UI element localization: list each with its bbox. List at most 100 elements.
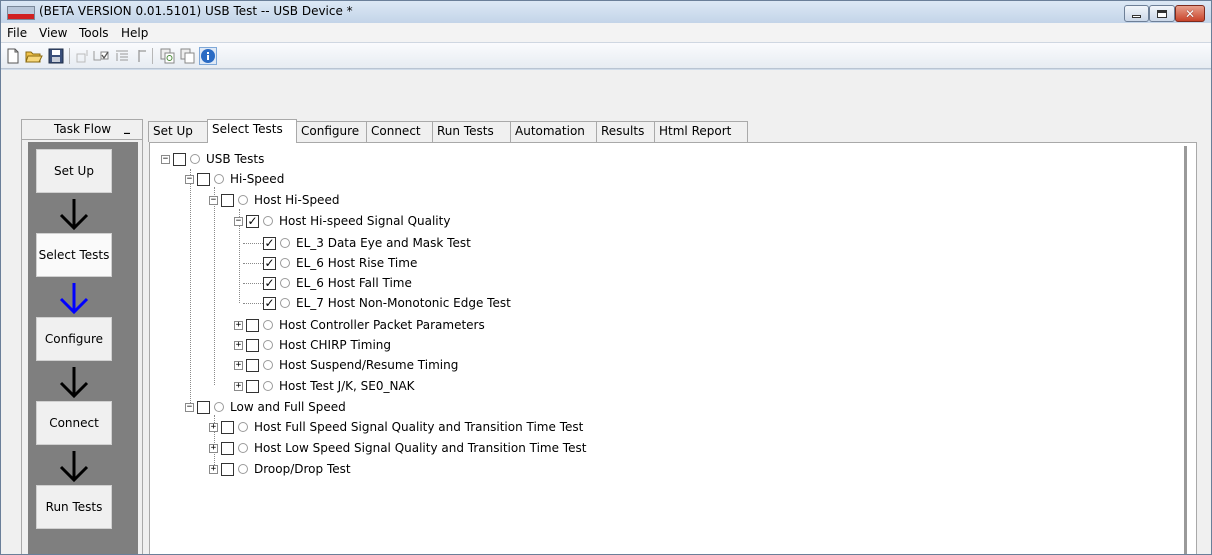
title-bar[interactable]: (BETA VERSION 0.01.5101) USB Test -- USB… xyxy=(1,1,1211,23)
tree-node-label: EL_6 Host Fall Time xyxy=(296,276,412,290)
application-window: (BETA VERSION 0.01.5101) USB Test -- USB… xyxy=(0,0,1212,555)
tree-node[interactable]: ✓ EL_3 Data Eye and Mask Test xyxy=(263,233,471,253)
tree-node[interactable]: ✓ EL_7 Host Non-Monotonic Edge Test xyxy=(263,293,511,313)
tree-node[interactable]: + Droop/Drop Test xyxy=(209,459,351,479)
collapse-icon[interactable]: − xyxy=(234,216,243,226)
tree-node[interactable]: + Host Test J/K, SE0_NAK xyxy=(234,376,415,396)
status-circle-icon xyxy=(238,422,248,432)
copy-icon[interactable] xyxy=(159,47,177,65)
status-circle-icon xyxy=(280,238,290,248)
collapse-button[interactable]: _ xyxy=(118,121,136,137)
window-title: (BETA VERSION 0.01.5101) USB Test -- USB… xyxy=(39,4,353,18)
expand-icon[interactable]: + xyxy=(209,464,218,474)
check-step-icon[interactable] xyxy=(92,47,110,65)
checkbox[interactable] xyxy=(173,152,186,166)
tree-node[interactable]: − Low and Full Speed xyxy=(185,397,346,417)
expand-icon[interactable]: + xyxy=(234,320,243,330)
menu-bar: File View Tools Help xyxy=(1,23,1211,43)
step-run-tests[interactable]: Run Tests xyxy=(36,485,112,529)
close-icon: ✕ xyxy=(1184,6,1196,21)
step-connect[interactable]: Connect xyxy=(36,401,112,445)
tab-automation[interactable]: Automation xyxy=(510,121,597,142)
collapse-icon[interactable]: − xyxy=(161,154,170,164)
expand-icon[interactable]: + xyxy=(234,340,243,350)
step-configure[interactable]: Configure xyxy=(36,317,112,361)
tab-results[interactable]: Results xyxy=(596,121,655,142)
menu-help[interactable]: Help xyxy=(121,26,148,40)
tree-node-label: Host Low Speed Signal Quality and Transi… xyxy=(254,441,587,455)
checkbox[interactable] xyxy=(246,318,259,332)
status-circle-icon xyxy=(190,154,200,164)
collapse-icon[interactable]: − xyxy=(185,174,194,184)
checkbox[interactable] xyxy=(221,441,234,455)
close-button[interactable]: ✕ xyxy=(1175,5,1205,22)
open-folder-icon[interactable] xyxy=(25,47,43,65)
tab-run-tests[interactable]: Run Tests xyxy=(432,121,511,142)
step-icon[interactable] xyxy=(74,47,92,65)
status-circle-icon xyxy=(238,464,248,474)
bracket-icon[interactable] xyxy=(133,47,151,65)
collapse-icon[interactable]: − xyxy=(209,195,218,205)
info-icon[interactable] xyxy=(199,47,217,65)
tab-html-report[interactable]: Html Report xyxy=(654,121,748,142)
tree-node-label: EL_7 Host Non-Monotonic Edge Test xyxy=(296,296,511,310)
step-select-tests[interactable]: Select Tests xyxy=(36,233,112,277)
checkbox[interactable] xyxy=(221,462,234,476)
tree-node-label: Host Hi-Speed xyxy=(254,193,340,207)
status-circle-icon xyxy=(280,258,290,268)
tree-node[interactable]: − Host Hi-Speed xyxy=(209,190,339,210)
status-circle-icon xyxy=(263,360,273,370)
tree-node[interactable]: − Hi-Speed xyxy=(185,169,284,189)
tree-node-label: Host Test J/K, SE0_NAK xyxy=(279,379,415,393)
checkbox[interactable] xyxy=(197,172,210,186)
status-circle-icon xyxy=(238,195,248,205)
new-file-icon[interactable] xyxy=(4,47,22,65)
arrow-down-icon xyxy=(59,283,89,315)
maximize-button[interactable] xyxy=(1149,5,1175,22)
expand-icon[interactable]: + xyxy=(234,381,243,391)
checkbox[interactable] xyxy=(246,379,259,393)
tree-node-label: Low and Full Speed xyxy=(230,400,346,414)
checkbox-checked[interactable]: ✓ xyxy=(246,214,259,228)
step-set-up[interactable]: Set Up xyxy=(36,149,112,193)
test-tree: − USB Tests − Hi-Speed − Host Hi-Speed −… xyxy=(161,149,1181,549)
checkbox[interactable] xyxy=(221,420,234,434)
checkbox-checked[interactable]: ✓ xyxy=(263,236,276,250)
menu-file[interactable]: File xyxy=(7,26,27,40)
minimize-icon xyxy=(1132,15,1141,18)
tab-configure[interactable]: Configure xyxy=(296,121,367,142)
tree-node[interactable]: + Host Full Speed Signal Quality and Tra… xyxy=(209,417,583,437)
expand-icon[interactable]: + xyxy=(234,360,243,370)
task-flow-steps: Set Up Select Tests Configure Connect Ru… xyxy=(28,142,138,554)
tree-node[interactable]: + Host Suspend/Resume Timing xyxy=(234,355,458,375)
status-circle-icon xyxy=(280,278,290,288)
tree-node[interactable]: − ✓ Host Hi-speed Signal Quality xyxy=(234,211,450,231)
checkbox-checked[interactable]: ✓ xyxy=(263,276,276,290)
checkbox[interactable] xyxy=(197,400,210,414)
checkbox[interactable] xyxy=(221,193,234,207)
tree-node[interactable]: − USB Tests xyxy=(161,149,264,169)
tree-node[interactable]: + Host Low Speed Signal Quality and Tran… xyxy=(209,438,586,458)
expand-icon[interactable]: + xyxy=(209,422,218,432)
tree-node[interactable]: + Host CHIRP Timing xyxy=(234,335,391,355)
menu-view[interactable]: View xyxy=(39,26,67,40)
tab-select-tests[interactable]: Select Tests xyxy=(207,119,297,143)
checkbox[interactable] xyxy=(246,358,259,372)
checkbox[interactable] xyxy=(246,338,259,352)
tab-set-up[interactable]: Set Up xyxy=(148,121,208,142)
minimize-button[interactable] xyxy=(1124,5,1149,22)
paste-icon[interactable] xyxy=(179,47,197,65)
checkbox-checked[interactable]: ✓ xyxy=(263,296,276,310)
arrow-down-icon xyxy=(59,367,89,399)
tab-connect[interactable]: Connect xyxy=(366,121,433,142)
collapse-icon[interactable]: − xyxy=(185,402,194,412)
tree-node[interactable]: + Host Controller Packet Parameters xyxy=(234,315,485,335)
save-icon[interactable] xyxy=(47,47,65,65)
status-circle-icon xyxy=(238,443,248,453)
expand-icon[interactable]: + xyxy=(209,443,218,453)
checkbox-checked[interactable]: ✓ xyxy=(263,256,276,270)
menu-tools[interactable]: Tools xyxy=(79,26,109,40)
list-step-icon[interactable] xyxy=(113,47,131,65)
tree-node[interactable]: ✓ EL_6 Host Rise Time xyxy=(263,253,417,273)
tree-node[interactable]: ✓ EL_6 Host Fall Time xyxy=(263,273,412,293)
